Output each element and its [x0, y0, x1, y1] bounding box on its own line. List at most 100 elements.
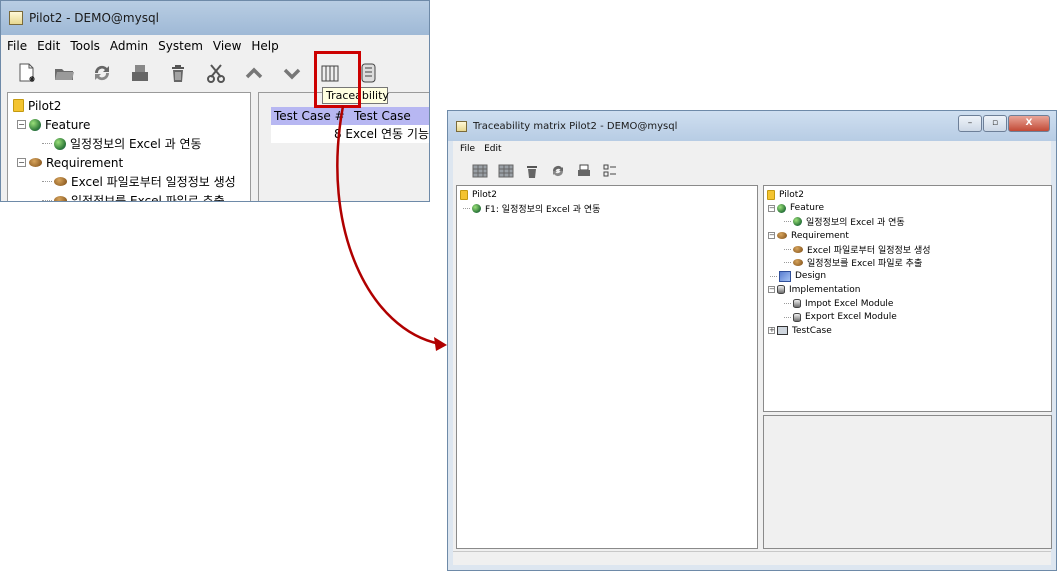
menu-admin[interactable]: Admin: [110, 39, 148, 53]
requirement-item-icon: [54, 177, 67, 186]
highlight-box: [314, 51, 361, 108]
collapse-toggle-icon[interactable]: −: [17, 120, 26, 129]
tree-feature[interactable]: − Feature: [8, 115, 250, 134]
tree-feature-item-label: F1: 일정정보의 Excel 과 연동: [485, 204, 601, 215]
menu-file[interactable]: File: [7, 39, 27, 53]
main-toolbar: [1, 57, 429, 89]
tree-requirement-item[interactable]: 일정정보를 Excel 파일로 추출: [8, 191, 250, 201]
collapse-toggle-icon[interactable]: −: [768, 286, 775, 294]
tree-testcase-label: TestCase: [792, 325, 832, 336]
menu-view[interactable]: View: [213, 39, 241, 53]
tree-feature-item-label: 일정정보의 Excel 과 연동: [70, 137, 202, 151]
tree-feature-item-label: 일정정보의 Excel 과 연동: [806, 218, 905, 229]
tree-requirement-label: Requirement: [791, 230, 849, 241]
feature-globe-icon: [29, 118, 41, 131]
design-icon: [779, 270, 791, 282]
folder-icon: [13, 99, 24, 112]
requirement-item-icon: [54, 196, 67, 201]
tree-implementation-item-label: Impot Excel Module: [805, 298, 894, 309]
tree-requirement-item-label: Excel 파일로부터 일정정보 생성: [71, 175, 236, 189]
tree-implementation[interactable]: − Implementation: [764, 283, 1051, 297]
minimize-button[interactable]: –: [958, 115, 982, 132]
refresh-icon[interactable]: [549, 162, 567, 180]
maximize-button[interactable]: ▫: [983, 115, 1007, 132]
delete-icon[interactable]: [523, 162, 541, 180]
module-icon: [793, 299, 801, 309]
print-icon[interactable]: [129, 62, 151, 84]
matrix-menu-bar: File Edit: [453, 141, 1051, 157]
tree-implementation-item[interactable]: Export Excel Module: [764, 310, 1051, 324]
cut-icon[interactable]: [205, 62, 227, 84]
menu-edit[interactable]: Edit: [37, 39, 60, 53]
close-button[interactable]: X: [1008, 115, 1050, 132]
menu-file[interactable]: File: [460, 144, 475, 154]
tree-requirement-item[interactable]: Excel 파일로부터 일정정보 생성: [8, 172, 250, 191]
project-tree: Pilot2 − Feature 일정정보의 Excel 과 연동 − Requ…: [7, 92, 251, 201]
feature-item-icon: [793, 217, 802, 227]
tree-feature-item[interactable]: 일정정보의 Excel 과 연동: [764, 215, 1051, 229]
expand-toggle-icon[interactable]: +: [768, 327, 775, 335]
main-menu-bar: File Edit Tools Admin System View Help: [1, 35, 429, 57]
implementation-icon: [777, 285, 785, 295]
tree-requirement-item-label: 일정정보를 Excel 파일로 추출: [807, 259, 923, 270]
grid-add-icon[interactable]: [471, 162, 489, 180]
column-header-test-case[interactable]: Test Case: [351, 107, 411, 125]
tree-implementation-item[interactable]: Impot Excel Module: [764, 297, 1051, 311]
list-icon[interactable]: [601, 162, 619, 180]
tree-design[interactable]: Design: [764, 270, 1051, 284]
matrix-toolbar: [453, 157, 1051, 185]
feature-globe-icon: [472, 203, 481, 213]
print-icon[interactable]: [575, 162, 593, 180]
main-window-title: Pilot2 - DEMO@mysql: [29, 11, 159, 25]
window-controls: – ▫ X: [957, 115, 1050, 132]
matrix-window-title: Traceability matrix Pilot2 - DEMO@mysql: [473, 120, 678, 132]
tree-requirement-item[interactable]: 일정정보를 Excel 파일로 추출: [764, 256, 1051, 270]
traceability-matrix-window: Traceability matrix Pilot2 - DEMO@mysql …: [447, 110, 1057, 571]
grid-remove-icon[interactable]: [497, 162, 515, 180]
tree-requirement-item[interactable]: Excel 파일로부터 일정정보 생성: [764, 242, 1051, 256]
status-bar: [453, 551, 1051, 565]
move-down-icon[interactable]: [281, 62, 303, 84]
tree-feature-item[interactable]: 일정정보의 Excel 과 연동: [8, 134, 250, 153]
tree-feature-label: Feature: [790, 203, 825, 214]
tree-requirement[interactable]: − Requirement: [8, 153, 250, 172]
matrix-app-icon: [456, 120, 467, 132]
menu-system[interactable]: System: [158, 39, 203, 53]
open-folder-icon[interactable]: [53, 62, 75, 84]
tree-root-label: Pilot2: [779, 189, 804, 200]
menu-edit[interactable]: Edit: [484, 144, 501, 154]
main-content: Pilot2 − Feature 일정정보의 Excel 과 연동 − Requ…: [1, 90, 429, 201]
column-header-test-case-number[interactable]: Test Case #: [271, 107, 351, 125]
tree-root[interactable]: Pilot2: [457, 188, 757, 202]
menu-help[interactable]: Help: [251, 39, 278, 53]
matrix-content: File Edit Pilot2 F1: 일정정보의 Excel 과 연동 Pi…: [453, 141, 1052, 565]
new-document-icon[interactable]: [15, 62, 37, 84]
tree-feature-item[interactable]: F1: 일정정보의 Excel 과 연동: [457, 202, 757, 216]
tree-feature-label: Feature: [45, 117, 91, 132]
feature-globe-icon: [777, 203, 786, 213]
module-icon: [793, 312, 801, 322]
collapse-toggle-icon[interactable]: −: [768, 232, 775, 240]
tree-root[interactable]: Pilot2: [8, 96, 250, 115]
matrix-detail-pane: [763, 415, 1052, 549]
tree-implementation-item-label: Export Excel Module: [805, 312, 897, 323]
tree-root[interactable]: Pilot2: [764, 188, 1051, 202]
tree-feature[interactable]: − Feature: [764, 202, 1051, 216]
tree-design-label: Design: [795, 271, 827, 282]
table-row[interactable]: 8 Excel 연동 기능: [271, 125, 429, 143]
refresh-icon[interactable]: [91, 62, 113, 84]
feature-item-icon: [54, 137, 66, 150]
tree-implementation-label: Implementation: [789, 284, 861, 295]
tree-requirement-label: Requirement: [46, 155, 124, 170]
collapse-toggle-icon[interactable]: −: [768, 204, 775, 212]
delete-icon[interactable]: [167, 62, 189, 84]
tree-requirement[interactable]: − Requirement: [764, 229, 1051, 243]
table-header: Test Case # Test Case: [271, 107, 429, 125]
menu-tools[interactable]: Tools: [70, 39, 100, 53]
collapse-toggle-icon[interactable]: −: [17, 158, 26, 167]
move-up-icon[interactable]: [243, 62, 265, 84]
requirement-item-icon: [793, 245, 803, 253]
tree-testcase[interactable]: + TestCase: [764, 324, 1051, 338]
folder-icon: [460, 189, 468, 200]
tree-requirement-item-label: Excel 파일로부터 일정정보 생성: [807, 245, 931, 256]
